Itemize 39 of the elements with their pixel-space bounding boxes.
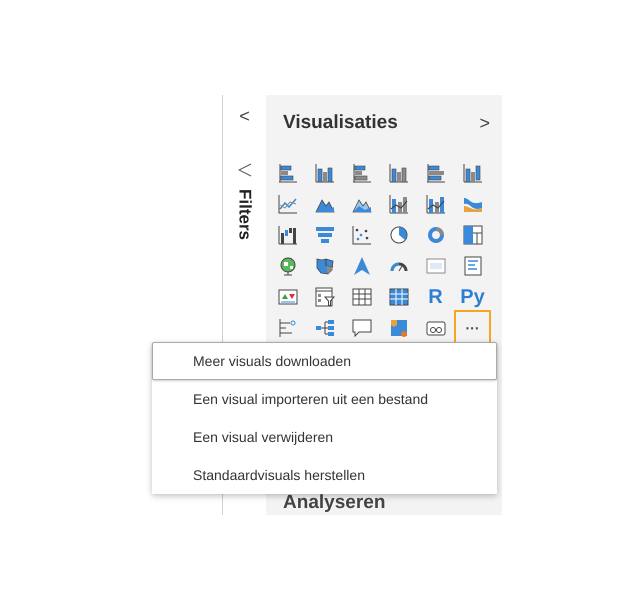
map-icon [314,256,334,276]
filters-label[interactable]: Filters [232,189,258,240]
bar-chart-icon [352,163,372,183]
table-icon [352,287,372,307]
scatter-chart-icon [352,225,372,245]
matrix-icon [388,287,408,307]
filter-icon [238,163,252,177]
decomposition-tree-icon [314,318,334,338]
section-title: Analyseren [283,492,386,514]
kpi-icon [278,287,298,307]
pie-chart-icon [388,225,408,245]
column-chart-icon [388,163,408,183]
expand-button[interactable]: > [479,114,490,132]
bar-chart-icon [426,163,446,183]
pane-title: Visualisaties [283,111,398,135]
donut-chart-icon [426,225,446,245]
influencers-icon [278,318,298,338]
slicer-icon [314,287,334,307]
combo-chart-icon [388,194,408,214]
menu-item[interactable]: Standaardvisuals herstellen [152,456,497,494]
globe-icon [278,256,298,276]
combo-chart-icon [426,194,446,214]
column-chart-icon [314,163,334,183]
bar-chart-icon [278,163,298,183]
waterfall-chart-icon [278,225,298,245]
treemap-icon [462,225,482,245]
list-icon [462,256,482,276]
line-chart-icon [278,194,298,214]
funnel-icon [314,225,334,245]
speech-bubble-icon [352,318,372,338]
menu-item[interactable]: Een visual importeren uit een bestand [152,380,497,418]
column-chart-icon [462,163,482,183]
arrow-icon [352,256,372,276]
visual-tile[interactable]: R [417,279,454,315]
card-icon [426,256,446,276]
menu-item[interactable]: Meer visuals downloaden [152,342,497,380]
collapse-button[interactable]: < [239,107,250,125]
report-icon [388,318,408,338]
menu-item[interactable]: Een visual verwijderen [152,418,497,456]
